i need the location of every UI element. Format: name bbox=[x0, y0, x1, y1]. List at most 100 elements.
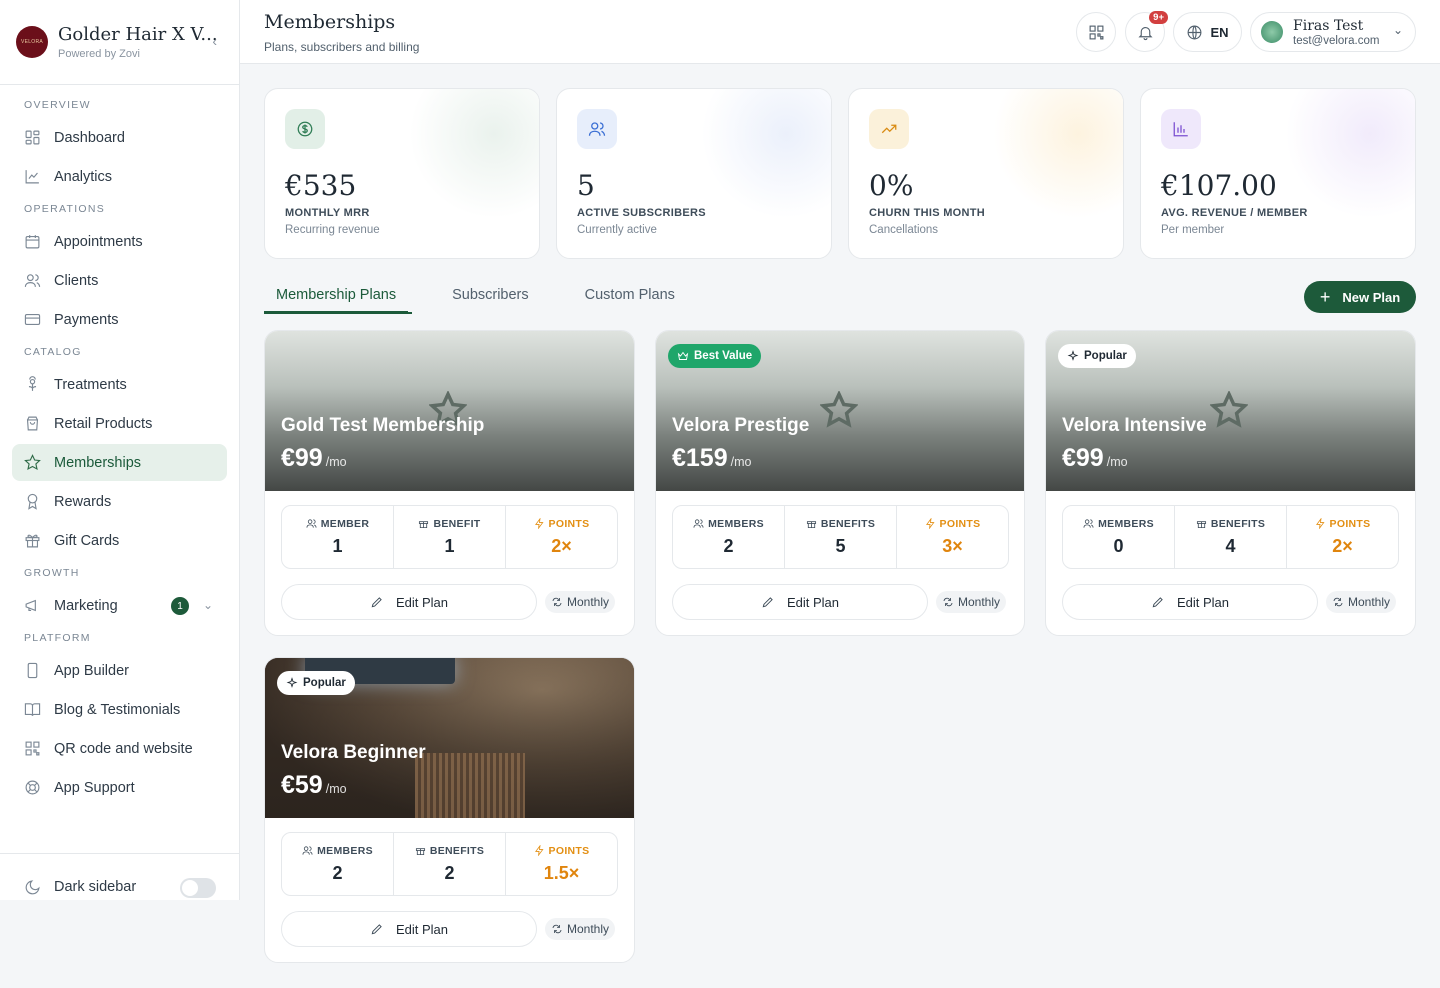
metric-label: POINTS bbox=[939, 517, 981, 530]
section-platform: PLATFORM bbox=[24, 632, 91, 644]
stat-icon-box bbox=[1161, 109, 1201, 149]
plan-card: Best Value Velora Prestige €159/mo MEMBE… bbox=[655, 330, 1025, 636]
sidebar-item-memberships[interactable]: Memberships bbox=[12, 444, 227, 481]
badge-label: Popular bbox=[303, 677, 346, 689]
gift-icon bbox=[415, 848, 425, 856]
new-plan-button[interactable]: + New Plan bbox=[1304, 281, 1416, 313]
sidebar-item-analytics[interactable]: Analytics bbox=[12, 158, 227, 195]
edit-plan-button[interactable]: Edit Plan bbox=[281, 584, 537, 620]
metric-benefits: BENEFITS 2 bbox=[394, 833, 506, 895]
sidebar-item-label: Blog & Testimonials bbox=[54, 701, 181, 718]
metric-members: MEMBERS 2 bbox=[673, 506, 785, 568]
brand-header: VELORA Golder Hair X V... Powered by Zov… bbox=[0, 0, 239, 85]
plan-price: €99/mo bbox=[281, 444, 347, 473]
sidebar-item-label: App Support bbox=[54, 779, 135, 796]
sidebar-item-gift-cards[interactable]: Gift Cards bbox=[12, 522, 227, 559]
edit-plan-button[interactable]: Edit Plan bbox=[281, 911, 537, 947]
edit-plan-button[interactable]: Edit Plan bbox=[1062, 584, 1318, 620]
edit-plan-label: Edit Plan bbox=[786, 594, 840, 610]
dark-sidebar-row: Dark sidebar bbox=[12, 868, 228, 906]
metric-value: 4 bbox=[1225, 535, 1236, 556]
billing-cycle-badge: Monthly bbox=[545, 918, 616, 940]
zap-icon bbox=[534, 845, 544, 856]
repeat-icon bbox=[552, 924, 562, 934]
sidebar-item-blog[interactable]: Blog & Testimonials bbox=[12, 691, 227, 728]
dark-sidebar-toggle[interactable] bbox=[180, 878, 216, 898]
notification-badge: 9+ bbox=[1149, 11, 1168, 24]
sidebar-item-label: Memberships bbox=[54, 454, 142, 471]
stat-icon-box bbox=[577, 109, 617, 149]
sidebar-item-dashboard[interactable]: Dashboard bbox=[12, 119, 227, 156]
sidebar-item-rewards[interactable]: Rewards bbox=[12, 483, 227, 520]
language-button[interactable]: EN bbox=[1173, 12, 1242, 52]
edit-plan-button[interactable]: Edit Plan bbox=[672, 584, 928, 620]
tab-custom-plans[interactable]: Custom Plans bbox=[573, 280, 687, 313]
metric-label: BENEFIT bbox=[433, 517, 481, 530]
sidebar-item-label: Rewards bbox=[54, 493, 112, 510]
section-operations: OPERATIONS bbox=[24, 203, 106, 215]
star-icon bbox=[1210, 391, 1248, 428]
stat-sublabel: Per member bbox=[1161, 224, 1225, 236]
stat-value: €535 bbox=[285, 169, 357, 202]
stat-sublabel: Cancellations bbox=[869, 224, 939, 236]
sidebar-item-payments[interactable]: Payments bbox=[12, 301, 227, 338]
section-growth: GROWTH bbox=[24, 567, 80, 579]
plan-card: Popular Velora Beginner €59/mo MEMBERS 2… bbox=[264, 657, 635, 963]
metric-value: 1 bbox=[332, 535, 343, 556]
popular-badge: Popular bbox=[277, 671, 355, 695]
metric-label: POINTS bbox=[548, 844, 590, 857]
stat-value: 5 bbox=[577, 169, 595, 202]
section-overview: OVERVIEW bbox=[24, 99, 91, 111]
section-catalog: CATALOG bbox=[24, 346, 82, 358]
sidebar-item-app-builder[interactable]: App Builder bbox=[12, 652, 227, 689]
sidebar-item-label: Dashboard bbox=[54, 129, 125, 146]
tab-membership-plans[interactable]: Membership Plans bbox=[264, 280, 409, 313]
chevron-down-icon: ⌄ bbox=[1392, 23, 1403, 37]
sidebar-item-app-support[interactable]: App Support bbox=[12, 769, 227, 806]
qr-button[interactable] bbox=[1076, 12, 1116, 52]
user-menu-button[interactable]: Firas Test test@velora.com ⌄ bbox=[1250, 12, 1416, 52]
card-glow bbox=[701, 89, 831, 219]
chevron-down-icon[interactable]: ⌄ bbox=[203, 598, 213, 612]
book-open-icon bbox=[24, 703, 41, 716]
page-title: Memberships bbox=[264, 11, 396, 33]
metric-value: 2 bbox=[723, 535, 734, 556]
sidebar-item-marketing[interactable]: Marketing 1 ⌄ bbox=[12, 587, 227, 624]
dark-sidebar-label: Dark sidebar bbox=[54, 879, 137, 895]
flower-icon bbox=[28, 376, 37, 391]
users-icon bbox=[24, 274, 41, 287]
calendar-icon bbox=[25, 235, 40, 249]
sidebar-item-appointments[interactable]: Appointments bbox=[12, 223, 227, 260]
metric-label: BENEFITS bbox=[429, 844, 485, 857]
zap-icon bbox=[1315, 518, 1325, 529]
plan-hero: Best Value Velora Prestige €159/mo bbox=[656, 331, 1024, 491]
price-period: /mo bbox=[1106, 455, 1128, 469]
metric-benefits: BENEFIT 1 bbox=[394, 506, 506, 568]
collapse-sidebar-icon[interactable]: ‹ bbox=[212, 33, 217, 49]
tab-subscribers[interactable]: Subscribers bbox=[440, 280, 541, 313]
stat-label: CHURN THIS MONTH bbox=[869, 207, 986, 219]
metric-label: MEMBERS bbox=[1098, 517, 1154, 530]
sidebar-item-qr[interactable]: QR code and website bbox=[12, 730, 227, 767]
metric-benefits: BENEFITS 4 bbox=[1175, 506, 1287, 568]
plan-price: €99/mo bbox=[1062, 444, 1128, 473]
billing-cycle-label: Monthly bbox=[958, 595, 1001, 609]
marketing-count-badge: 1 bbox=[171, 597, 189, 615]
smartphone-icon bbox=[27, 662, 38, 679]
gift-icon bbox=[806, 521, 816, 529]
metric-benefits: BENEFITS 5 bbox=[785, 506, 897, 568]
metric-label: MEMBERS bbox=[708, 517, 764, 530]
metric-label: POINTS bbox=[548, 517, 590, 530]
sidebar-item-retail-products[interactable]: Retail Products bbox=[12, 405, 227, 442]
plan-price: €59/mo bbox=[281, 771, 347, 800]
page-subtitle: Plans, subscribers and billing bbox=[264, 40, 420, 54]
users-icon bbox=[1083, 519, 1094, 528]
edit-plan-label: Edit Plan bbox=[1176, 594, 1230, 610]
sidebar-item-treatments[interactable]: Treatments bbox=[12, 366, 227, 403]
sidebar-item-clients[interactable]: Clients bbox=[12, 262, 227, 299]
metric-value: 3× bbox=[942, 535, 963, 556]
line-chart-icon bbox=[25, 170, 39, 184]
sidebar-item-label: Payments bbox=[54, 311, 119, 328]
notifications-button[interactable]: 9+ bbox=[1125, 11, 1168, 52]
sidebar-item-label: Marketing bbox=[54, 597, 118, 614]
